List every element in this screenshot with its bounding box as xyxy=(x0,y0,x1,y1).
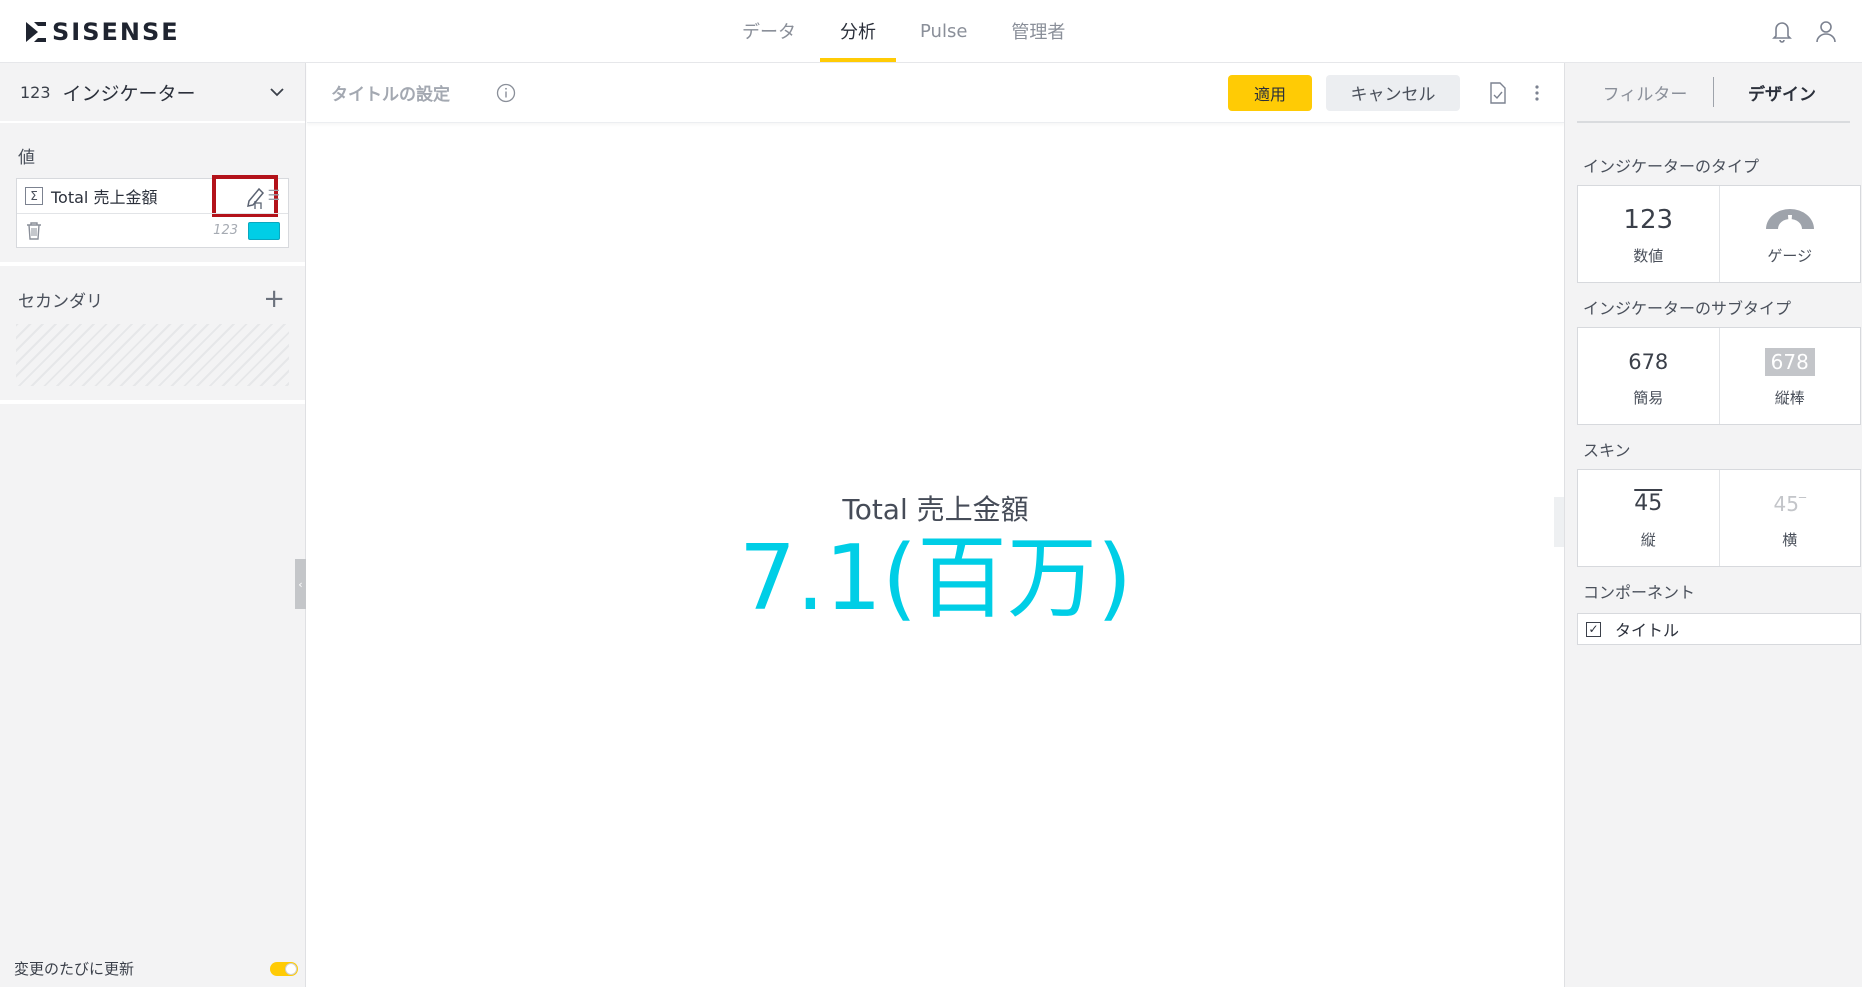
skin-horizontal-option[interactable]: 45 ‾ 横 xyxy=(1718,470,1861,566)
bar-subtype-icon-text: 678 xyxy=(1764,347,1815,376)
checkbox-checked-icon[interactable]: ✓ xyxy=(1586,621,1601,637)
skin-vertical-label: 縦 xyxy=(1640,530,1656,549)
skin-vertical-icon: 45 xyxy=(1634,491,1663,516)
widget-title-input[interactable]: タイトルの設定 xyxy=(331,80,450,105)
skin-horizontal-label: 横 xyxy=(1782,530,1798,549)
trash-icon[interactable] xyxy=(25,221,43,241)
value-item-row[interactable]: Σ Total 売上金額 ☰ xyxy=(17,175,288,217)
skin-options: 45 縦 45 ‾ 横 xyxy=(1577,469,1861,567)
number-format-button[interactable]: 123 xyxy=(213,223,238,238)
auto-update-label: 変更のたびに更新 xyxy=(14,960,135,978)
subtype-simple-label: 簡易 xyxy=(1633,388,1664,407)
collapse-left-panel-button[interactable]: ‹ xyxy=(295,559,306,609)
nav-pulse[interactable]: Pulse xyxy=(898,0,989,62)
skin-vertical-option[interactable]: 45 縦 xyxy=(1578,470,1719,566)
value-item-name[interactable]: Total 売上金額 xyxy=(51,184,157,208)
drag-handle-icon[interactable]: ☰ xyxy=(267,188,280,204)
type-numeric-label: 数値 xyxy=(1633,246,1664,265)
skin-label: スキン xyxy=(1583,441,1631,460)
indicator-subtype-label: インジケーターのサブタイプ xyxy=(1583,299,1792,318)
top-icons xyxy=(1770,18,1838,44)
bell-icon[interactable] xyxy=(1770,18,1794,44)
nav-admin[interactable]: 管理者 xyxy=(989,0,1087,62)
widget-toolbar: タイトルの設定 適用 キャンセル xyxy=(307,63,1564,123)
right-panel: フィルター デザイン インジケーターのタイプ 123 数値 ゲージ インジケータ… xyxy=(1564,63,1862,987)
tab-design[interactable]: デザイン xyxy=(1714,80,1850,105)
document-check-icon[interactable] xyxy=(1488,81,1508,105)
numeric-icon: 123 xyxy=(1623,204,1674,235)
divider xyxy=(0,400,305,404)
indicator-display: Total 売上金額 7.1(百万) xyxy=(307,488,1564,624)
type-numeric-option[interactable]: 123 数値 xyxy=(1578,186,1719,282)
user-icon[interactable] xyxy=(1814,18,1838,44)
widget-type-icon: 123 xyxy=(20,82,51,102)
cancel-button[interactable]: キャンセル xyxy=(1326,74,1460,111)
auto-update-toggle[interactable] xyxy=(270,961,298,976)
value-options-row: 123 xyxy=(17,213,288,247)
bar-subtype-icon: 678 xyxy=(1764,345,1815,379)
more-options-icon[interactable] xyxy=(1534,83,1540,103)
collapse-right-panel-button[interactable] xyxy=(1554,497,1564,547)
skin-horizontal-icon-text: 45 xyxy=(1773,491,1799,516)
right-panel-tabs: フィルター デザイン xyxy=(1577,63,1850,123)
secondary-drop-zone[interactable] xyxy=(16,324,289,386)
value-card: Σ Total 売上金額 ☰ 123 xyxy=(16,175,289,248)
component-title-label: タイトル xyxy=(1615,621,1680,640)
indicator-type-label: インジケーターのタイプ xyxy=(1583,157,1760,176)
info-icon[interactable] xyxy=(496,83,516,103)
skin-horizontal-icon: 45 ‾ xyxy=(1773,491,1806,516)
nav-data[interactable]: データ xyxy=(720,0,818,62)
widget-canvas: タイトルの設定 適用 キャンセル Total 売上金額 7.1(百万) xyxy=(307,63,1564,987)
indicator-value: 7.1(百万) xyxy=(738,526,1133,631)
main-nav: データ 分析 Pulse 管理者 xyxy=(720,0,1087,62)
pencil-icon[interactable] xyxy=(245,185,267,211)
type-gauge-label: ゲージ xyxy=(1767,246,1813,265)
logo-mark-icon xyxy=(26,22,46,42)
component-label: コンポーネント xyxy=(1583,583,1696,602)
type-gauge-option[interactable]: ゲージ xyxy=(1718,186,1861,282)
widget-type-selector[interactable]: 123 インジケーター xyxy=(0,63,305,123)
value-section-label: 値 xyxy=(18,148,35,168)
indicator-title: Total 売上金額 xyxy=(842,493,1029,526)
component-title-row[interactable]: ✓ タイトル xyxy=(1577,613,1861,645)
logo-text: SISENSE xyxy=(52,18,180,46)
nav-analytics[interactable]: 分析 xyxy=(818,0,898,62)
top-bar: SISENSE データ 分析 Pulse 管理者 xyxy=(0,0,1862,63)
left-panel: 123 インジケーター 値 Σ Total 売上金額 ☰ 123 セカンダリ +… xyxy=(0,63,306,987)
indicator-subtype-options: 678 簡易 678 縦棒 xyxy=(1577,327,1861,425)
indicator-type-options: 123 数値 ゲージ xyxy=(1577,185,1861,283)
subtype-simple-option[interactable]: 678 簡易 xyxy=(1578,328,1719,424)
subtype-bar-option[interactable]: 678 縦棒 xyxy=(1718,328,1861,424)
secondary-section-header: セカンダリ + xyxy=(0,266,305,324)
add-secondary-button[interactable]: + xyxy=(263,286,285,312)
sigma-icon: Σ xyxy=(25,187,43,205)
subtype-bar-label: 縦棒 xyxy=(1774,388,1805,407)
auto-update-row: 変更のたびに更新 xyxy=(14,958,298,979)
secondary-section-label: セカンダリ xyxy=(18,291,103,312)
gauge-icon xyxy=(1762,203,1818,237)
simple-icon: 678 xyxy=(1628,349,1669,374)
sisense-logo[interactable]: SISENSE xyxy=(24,18,180,46)
chevron-down-icon[interactable] xyxy=(269,87,285,97)
color-swatch[interactable] xyxy=(248,221,280,240)
widget-type-label: インジケーター xyxy=(62,82,196,105)
tab-filter[interactable]: フィルター xyxy=(1577,80,1713,105)
apply-button[interactable]: 適用 xyxy=(1228,74,1312,111)
